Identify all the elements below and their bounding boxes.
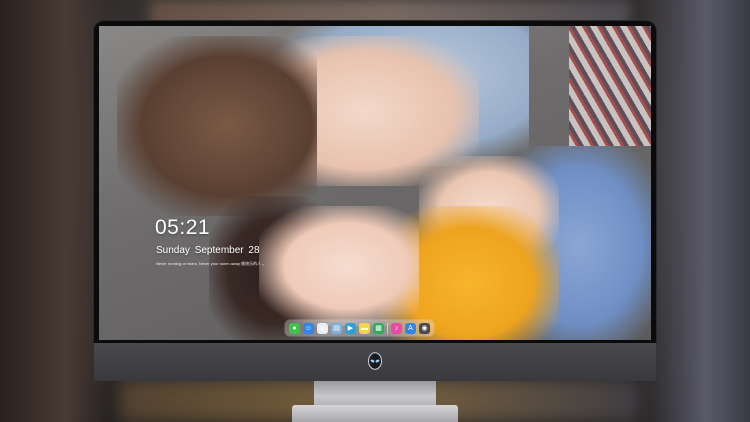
safari-app-icon[interactable]: ◎ (317, 322, 328, 334)
monitor-chin (94, 343, 656, 381)
monitor-stand (314, 381, 436, 407)
lock-screen-motto: Never running on tears, Never your storm… (156, 261, 267, 266)
monitor-stand-base (292, 405, 458, 422)
lock-screen[interactable]: 05:21 Sunday September 28 Never running … (99, 26, 651, 340)
wallpaper-detail (117, 36, 317, 216)
preview-app-icon[interactable]: ▤ (331, 322, 342, 334)
lock-screen-date: Sunday September 28 (156, 245, 260, 256)
background-blur-right (640, 0, 750, 422)
numbers-app-icon[interactable]: ▦ (373, 322, 384, 334)
wallpaper-detail (259, 206, 419, 326)
lock-screen-time: 05:21 (155, 216, 211, 239)
final-cut-app-icon[interactable]: ▶ (345, 322, 356, 334)
monitor: 05:21 Sunday September 28 Never running … (94, 21, 656, 381)
itunes-app-icon[interactable]: ♪ (391, 322, 402, 334)
finder-app-icon[interactable]: ☺ (303, 322, 314, 334)
notes-app-icon[interactable]: ▬ (359, 322, 370, 334)
monitor-bezel: 05:21 Sunday September 28 Never running … (94, 21, 656, 343)
dock: ● ☺ ◎ ▤ ▶ ▬ ▦ ♪ A ◉ (285, 320, 434, 336)
app-store-icon[interactable]: A (405, 322, 416, 334)
messages-app-icon[interactable]: ● (289, 322, 300, 334)
dock-separator (387, 322, 388, 334)
alienware-logo-icon (367, 352, 383, 370)
camera-app-icon[interactable]: ◉ (419, 322, 430, 334)
wallpaper-detail (569, 26, 651, 146)
